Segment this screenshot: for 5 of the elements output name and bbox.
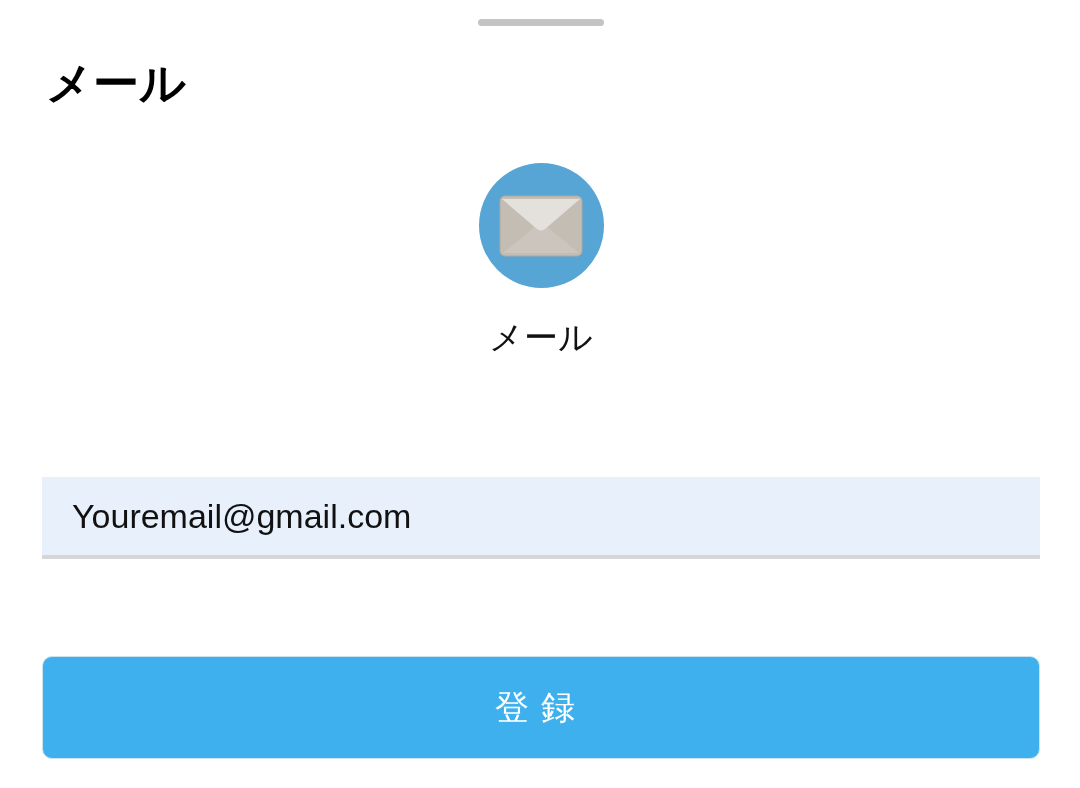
email-field[interactable]: Youremail@gmail.com xyxy=(42,477,1040,560)
sheet-title: メール xyxy=(46,56,186,112)
account-label: メール xyxy=(489,316,593,360)
envelope-icon xyxy=(499,194,583,257)
drag-handle[interactable] xyxy=(478,19,604,26)
